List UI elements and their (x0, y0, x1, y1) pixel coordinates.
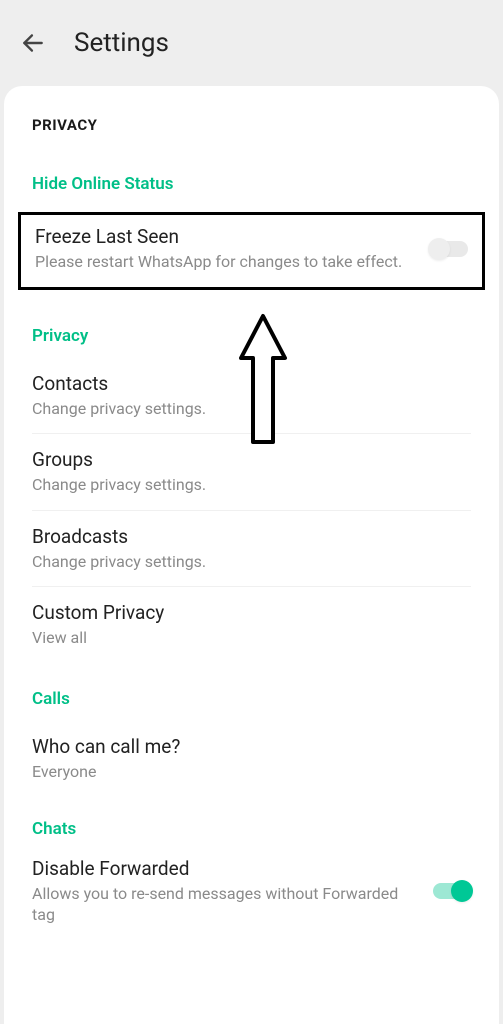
page-heading-privacy: PRIVACY (32, 116, 471, 134)
setting-broadcasts[interactable]: Broadcasts Change privacy settings. (32, 511, 471, 587)
page-title: Settings (74, 28, 169, 58)
contacts-title: Contacts (32, 372, 471, 395)
freeze-last-seen-title: Freeze Last Seen (35, 225, 418, 248)
broadcasts-title: Broadcasts (32, 525, 471, 548)
section-heading-privacy: Privacy (32, 326, 471, 346)
disable-forwarded-title: Disable Forwarded (32, 857, 421, 880)
disable-forwarded-sub: Allows you to re-send messages without F… (32, 883, 421, 926)
disable-forwarded-toggle[interactable] (433, 883, 471, 899)
section-heading-hide-online: Hide Online Status (32, 174, 471, 194)
freeze-last-seen-sub: Please restart WhatsApp for changes to t… (35, 251, 418, 273)
settings-card: PRIVACY Hide Online Status Freeze Last S… (4, 86, 499, 1024)
setting-contacts[interactable]: Contacts Change privacy settings. (32, 358, 471, 434)
groups-title: Groups (32, 448, 471, 471)
who-can-call-title: Who can call me? (32, 735, 471, 758)
app-header: Settings (0, 0, 503, 86)
freeze-last-seen-toggle[interactable] (430, 241, 468, 257)
setting-groups[interactable]: Groups Change privacy settings. (32, 434, 471, 510)
broadcasts-sub: Change privacy settings. (32, 551, 471, 573)
setting-freeze-last-seen[interactable]: Freeze Last Seen Please restart WhatsApp… (35, 225, 468, 273)
freeze-last-seen-highlight: Freeze Last Seen Please restart WhatsApp… (18, 212, 485, 290)
setting-disable-forwarded[interactable]: Disable Forwarded Allows you to re-send … (32, 851, 471, 940)
custom-privacy-sub: View all (32, 627, 471, 649)
groups-sub: Change privacy settings. (32, 474, 471, 496)
custom-privacy-title: Custom Privacy (32, 601, 471, 624)
setting-custom-privacy[interactable]: Custom Privacy View all (32, 587, 471, 663)
section-heading-chats: Chats (32, 819, 471, 839)
who-can-call-sub: Everyone (32, 761, 471, 783)
back-arrow-icon[interactable] (20, 30, 46, 56)
section-heading-calls: Calls (32, 689, 471, 709)
setting-who-can-call[interactable]: Who can call me? Everyone (32, 721, 471, 797)
contacts-sub: Change privacy settings. (32, 398, 471, 420)
